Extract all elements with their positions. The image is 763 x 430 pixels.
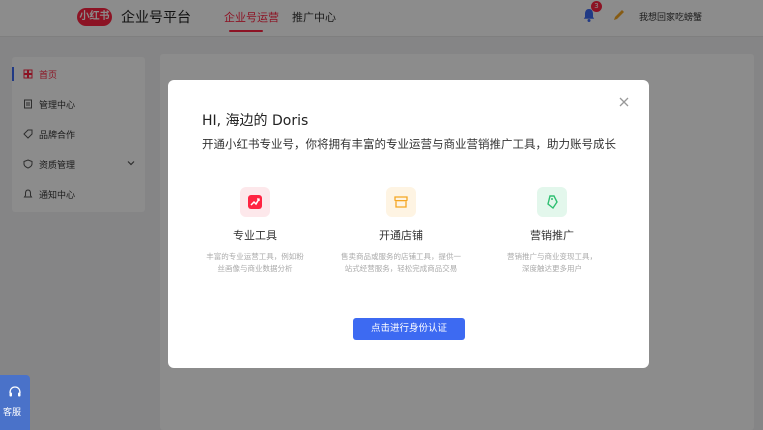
customer-service-label: 客服 (3, 408, 22, 418)
feature-description: 营销推广与商业变现工具， 深度触达更多用户 (507, 252, 597, 273)
headset-icon (9, 386, 21, 397)
verify-identity-button[interactable]: 点击进行身份认证 (353, 318, 465, 340)
feature-title: 专业工具 (233, 229, 277, 242)
account-upgrade-modal: HI, 海边的 Doris 开通小红书专业号，你将拥有丰富的专业运营与商业营销推… (168, 80, 649, 368)
shop-icon (386, 187, 416, 217)
price-tag-icon (537, 187, 567, 217)
feature-pro-tools: 专业工具 丰富的专业运营工具，例如粉 丝画像与商业数据分析 (185, 187, 325, 275)
feature-description: 售卖商品或服务的店铺工具，提供一 站式经营服务，轻松完成商品交易 (341, 252, 461, 273)
customer-service-button[interactable]: 客服 (0, 375, 30, 430)
modal-title: HI, 海边的 Doris (202, 113, 309, 129)
feature-title: 营销推广 (530, 229, 574, 242)
close-icon[interactable] (618, 96, 630, 108)
chart-icon (240, 187, 270, 217)
feature-title: 开通店铺 (379, 229, 423, 242)
modal-subtitle: 开通小红书专业号，你将拥有丰富的专业运营与商业营销推广工具，助力账号成长 (202, 137, 616, 151)
feature-description: 丰富的专业运营工具，例如粉 丝画像与商业数据分析 (206, 252, 304, 273)
feature-marketing: 营销推广 营销推广与商业变现工具， 深度触达更多用户 (482, 187, 622, 275)
feature-open-shop: 开通店铺 售卖商品或服务的店铺工具，提供一 站式经营服务，轻松完成商品交易 (331, 187, 471, 275)
